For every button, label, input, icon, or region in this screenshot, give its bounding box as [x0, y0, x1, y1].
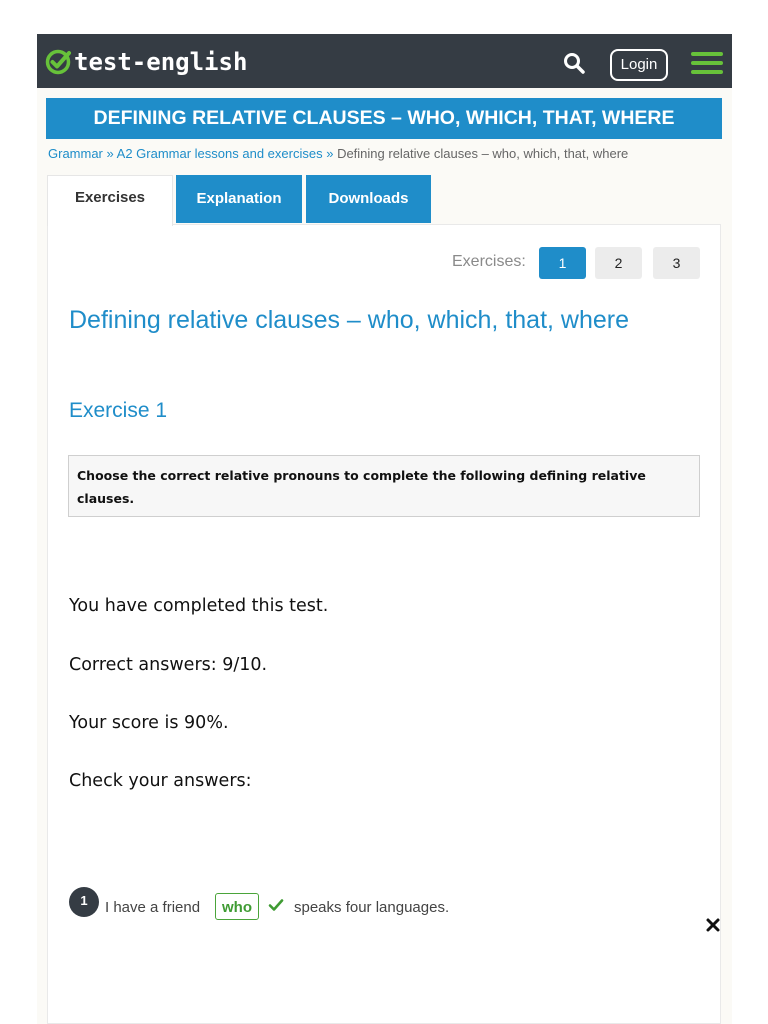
tab-exercises[interactable]: Exercises [47, 175, 173, 226]
exercise-page-button-1[interactable]: 1 [539, 247, 586, 279]
check-answers-label: Check your answers: [69, 771, 252, 791]
exercises-nav-label: Exercises: [452, 253, 526, 270]
question-text-before: I have a friend [105, 899, 201, 916]
question-number-badge: 1 [69, 887, 99, 917]
exercise-page-button-2[interactable]: 2 [595, 247, 642, 279]
instruction-box: Choose the correct relative pronouns to … [68, 455, 700, 517]
login-button[interactable]: Login [610, 49, 668, 81]
breadcrumb-current: Defining relative clauses – who, which, … [337, 146, 629, 161]
page: test-english Login DEFINING RELATIVE CLA… [0, 0, 768, 1024]
tab-downloads[interactable]: Downloads [306, 175, 431, 223]
check-circle-icon [45, 49, 71, 75]
question-text-after: speaks four languages. [294, 899, 450, 916]
exercise-heading: Exercise 1 [69, 399, 168, 422]
search-icon[interactable] [562, 51, 586, 75]
site-logo[interactable]: test-english [45, 46, 247, 78]
exercise-page-button-3[interactable]: 3 [653, 247, 700, 279]
answer-box-correct: who [215, 893, 259, 920]
page-banner-title: DEFINING RELATIVE CLAUSES – WHO, WHICH, … [46, 98, 722, 139]
score-text: Your score is 90%. [69, 713, 229, 733]
checkmark-icon [268, 899, 284, 911]
breadcrumb-link-a2-grammar[interactable]: A2 Grammar lessons and exercises [117, 146, 323, 161]
tab-explanation[interactable]: Explanation [176, 175, 302, 223]
logo-text: test-english [74, 48, 248, 76]
breadcrumb-separator: » [106, 146, 114, 161]
menu-bar [691, 52, 723, 56]
page-title: Defining relative clauses – who, which, … [69, 306, 630, 334]
close-icon[interactable] [704, 916, 722, 934]
question-row: 1 I have a friend who speaks four langua… [69, 887, 629, 923]
breadcrumb-separator: » [326, 146, 334, 161]
top-navbar: test-english Login [37, 34, 732, 88]
menu-bar [691, 70, 723, 74]
completed-message: You have completed this test. [69, 596, 329, 616]
breadcrumb: Grammar » A2 Grammar lessons and exercis… [48, 145, 628, 163]
menu-bar [691, 61, 723, 65]
hamburger-menu-icon[interactable] [691, 52, 723, 74]
correct-answers-count: Correct answers: 9/10. [69, 655, 268, 675]
breadcrumb-link-grammar[interactable]: Grammar [48, 146, 103, 161]
